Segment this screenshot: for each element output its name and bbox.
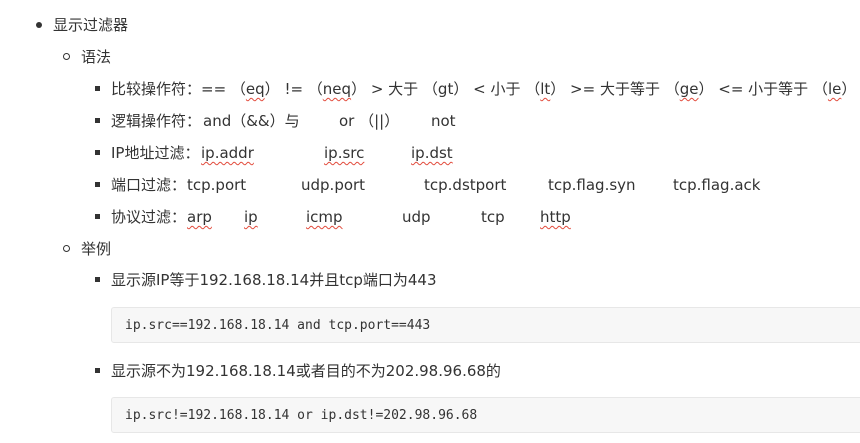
bullet-circle [63,53,70,60]
logic-operators: 逻辑操作符： and（&&）与 or （||） not [111,111,811,131]
code-block[interactable]: ip.src==192.168.18.14 and tcp.port==443 [111,307,860,343]
logic-not: not [431,112,456,130]
code-text: ip.src==192.168.18.14 and tcp.port==443 [125,318,431,333]
bullet-square [95,118,100,123]
bullet-square [95,214,100,219]
ip-filter-label: IP地址过滤： [111,144,200,162]
bullet-disc [36,22,42,28]
ip-filter-item: ip.addr [201,144,254,162]
comparison-text: ） > 大于 （gt） < 小于 （ [351,80,541,98]
protocol-item: icmp [306,208,343,226]
bullet-square [95,150,100,155]
protocol-filter-label: 协议过滤： [111,208,187,226]
ip-filter: IP地址过滤： ip.addr ip.src ip.dst [111,143,811,163]
logic-and: and（&&）与 [203,112,300,130]
bullet-square [95,182,100,187]
comparison-label: 比较操作符： [111,80,202,98]
logic-label: 逻辑操作符： [111,112,202,130]
op-ge: ge [679,80,699,98]
code-text: ip.src!=192.168.18.14 or ip.dst!=202.98.… [125,408,478,423]
protocol-item: arp [187,208,212,226]
protocol-filter: 协议过滤： arp ip icmp udp tcp http [111,207,811,227]
bullet-circle [63,245,70,252]
port-filter-item: tcp.dstport [424,176,507,194]
op-eq: eq [245,80,265,98]
port-filter-item: udp.port [301,176,366,194]
example-description: 显示源IP等于192.168.18.14并且tcp端口为443 [111,271,437,289]
section-title: 显示过滤器 [53,16,129,34]
protocol-item: tcp [481,208,505,226]
bullet-square [95,86,100,91]
port-filter-label: 端口过滤： [111,176,187,194]
logic-or: or （||） [339,112,400,130]
op-neq: neq [322,80,352,98]
port-filter: 端口过滤： tcp.port udp.port tcp.dstport tcp.… [111,175,831,195]
comparison-text: ） != （ [264,80,323,98]
comparison-text: ） <= 小于等于 （ [698,80,828,98]
protocol-item: udp [402,208,431,226]
protocol-item: ip [244,208,258,226]
comparison-text: ） [841,80,857,98]
bullet-square [95,277,100,282]
port-filter-item: tcp.flag.syn [548,176,636,194]
code-block[interactable]: ip.src!=192.168.18.14 or ip.dst!=202.98.… [111,397,860,433]
ip-filter-item: ip.src [324,144,365,162]
examples-heading: 举例 [81,240,112,258]
syntax-heading: 语法 [81,48,112,66]
op-le: le [827,80,842,98]
ip-filter-item: ip.dst [411,144,453,162]
port-filter-item: tcp.port [187,176,247,194]
port-filter-item: tcp.flag.ack [673,176,761,194]
protocol-item: http [540,208,571,226]
comparison-operators: 比较操作符：== （eq） != （neq） > 大于 （gt） < 小于 （l… [111,79,856,99]
comparison-text: ） >= 大于等于 （ [550,80,680,98]
example-description: 显示源不为192.168.18.14或者目的不为202.98.96.68的 [111,362,501,380]
bullet-square [95,368,100,373]
op-lt: lt [540,80,551,98]
comparison-text: == （ [201,80,246,98]
